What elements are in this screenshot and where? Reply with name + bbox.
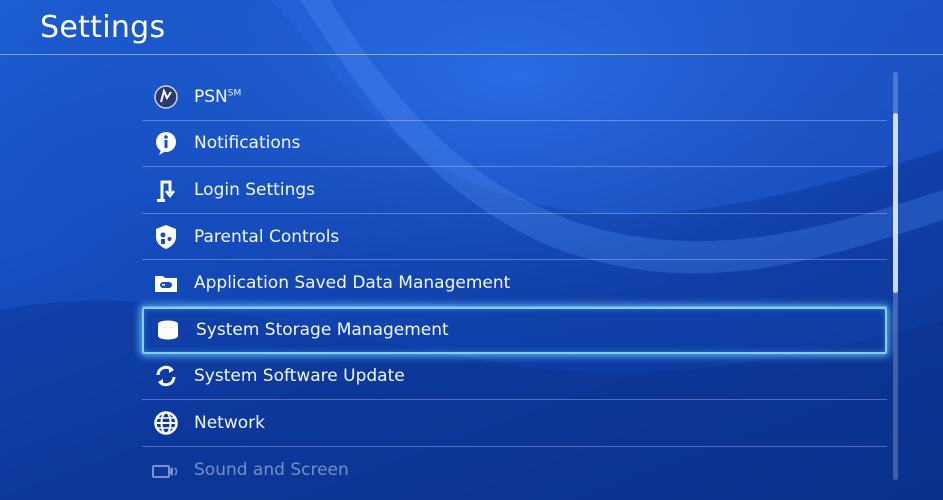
info-icon xyxy=(152,129,180,157)
scrollbar-track[interactable] xyxy=(893,72,898,480)
menu-item-notifications[interactable]: Notifications xyxy=(142,121,887,168)
menu-item-software-update[interactable]: System Software Update xyxy=(142,354,887,401)
scrollbar-thumb[interactable] xyxy=(893,113,898,293)
menu-item-label: Parental Controls xyxy=(194,226,340,247)
parental-controls-icon xyxy=(152,223,180,251)
storage-icon xyxy=(154,316,182,344)
menu-item-system-storage[interactable]: System Storage Management xyxy=(142,306,887,354)
saved-data-icon xyxy=(152,269,180,297)
update-icon xyxy=(152,362,180,390)
page-title: Settings xyxy=(40,10,166,45)
menu-item-saved-data[interactable]: Application Saved Data Management xyxy=(142,260,887,307)
globe-icon xyxy=(152,409,180,437)
menu-item-label: Notifications xyxy=(194,133,301,154)
menu-item-login-settings[interactable]: Login Settings xyxy=(142,167,887,214)
service-mark: SM xyxy=(227,88,242,99)
menu-item-sound-screen[interactable]: Sound and Screen xyxy=(142,447,887,494)
menu-item-network[interactable]: Network xyxy=(142,400,887,447)
menu-item-label: Application Saved Data Management xyxy=(194,273,511,294)
header-bar: Settings xyxy=(0,0,943,55)
sound-screen-icon xyxy=(152,456,180,484)
menu-item-label: Network xyxy=(194,412,265,433)
menu-item-label: System Software Update xyxy=(194,366,405,387)
menu-item-parental-controls[interactable]: Parental Controls xyxy=(142,214,887,261)
menu-item-label: Login Settings xyxy=(194,179,315,200)
menu-item-label: PSN xyxy=(194,86,228,107)
settings-menu: PSNSM Notifications Login Settings Paren… xyxy=(142,74,887,493)
menu-item-psn[interactable]: PSNSM xyxy=(142,74,887,121)
psn-icon xyxy=(152,83,180,111)
menu-item-label: System Storage Management xyxy=(196,320,449,341)
menu-item-label: Sound and Screen xyxy=(194,460,349,481)
login-icon xyxy=(152,176,180,204)
